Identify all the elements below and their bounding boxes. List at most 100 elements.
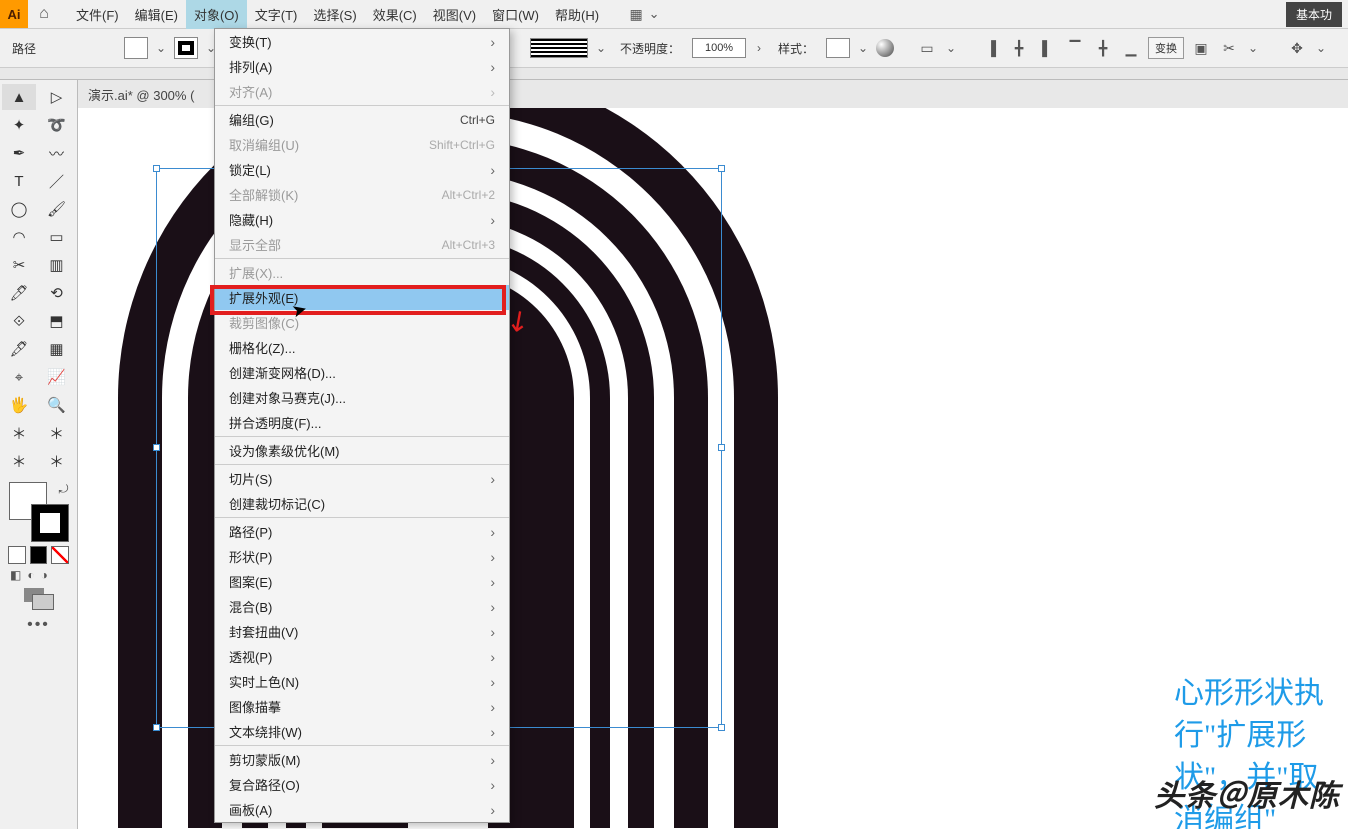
menu-item-封套扭曲v[interactable]: 封套扭曲(V) xyxy=(215,619,509,644)
color-mode-none[interactable] xyxy=(51,546,69,564)
menu-window[interactable]: 窗口(W) xyxy=(484,0,547,29)
crop-dropdown[interactable]: ⌄ xyxy=(1246,41,1260,55)
perspective-grid-tool[interactable]: ⬒ xyxy=(40,308,74,334)
menu-item-实时上色n[interactable]: 实时上色(N) xyxy=(215,669,509,694)
blend-tool[interactable]: 📈 xyxy=(40,364,74,390)
menu-help[interactable]: 帮助(H) xyxy=(547,0,607,29)
arrange-docs-icon[interactable]: ▦ xyxy=(625,3,647,25)
color-mode-gradient[interactable] xyxy=(30,546,48,564)
menu-item-复合路径o[interactable]: 复合路径(O) xyxy=(215,772,509,797)
artboard-tool[interactable]: ＊ xyxy=(2,420,36,446)
magic-wand-tool[interactable]: ✦ xyxy=(2,112,36,138)
mesh-tool[interactable]: 🖋 xyxy=(2,336,36,362)
transform-button[interactable]: 变换 xyxy=(1148,37,1184,59)
menu-item-设为像素级优化m[interactable]: 设为像素级优化(M) xyxy=(215,438,509,463)
menu-object[interactable]: 对象(O) xyxy=(186,0,247,29)
align-hcenter-icon[interactable]: ╋ xyxy=(1008,37,1030,59)
menu-item-剪切蒙版m[interactable]: 剪切蒙版(M) xyxy=(215,747,509,772)
ellipse-tool[interactable]: ◯ xyxy=(2,196,36,222)
recolor-icon[interactable] xyxy=(876,39,894,57)
edit-toolbar-icon[interactable]: ••• xyxy=(2,616,75,634)
style-swatch[interactable] xyxy=(826,38,850,58)
menu-item-创建对象马赛克j[interactable]: 创建对象马赛克(J)... xyxy=(215,385,509,410)
align-right-icon[interactable]: ▌ xyxy=(1036,37,1058,59)
fill-swatch[interactable] xyxy=(124,37,148,59)
menu-item-图像描摹[interactable]: 图像描摹 xyxy=(215,694,509,719)
opacity-input[interactable]: 100% xyxy=(692,38,746,58)
menu-effect[interactable]: 效果(C) xyxy=(365,0,425,29)
stroke-profile[interactable] xyxy=(530,38,588,58)
menu-item-变换t[interactable]: 变换(T) xyxy=(215,29,509,54)
direct-selection-tool[interactable]: ▷ xyxy=(40,84,74,110)
menu-item-栅格化z[interactable]: 栅格化(Z)... xyxy=(215,335,509,360)
home-icon[interactable]: ⌂ xyxy=(30,0,58,28)
menu-item-编组g[interactable]: 编组(G)Ctrl+G xyxy=(215,107,509,132)
menu-select[interactable]: 选择(S) xyxy=(305,0,364,29)
draw-normal-icon[interactable]: ◧ xyxy=(10,568,21,582)
shaper-tool[interactable]: ◠ xyxy=(2,224,36,250)
menu-item-创建裁切标记c[interactable]: 创建裁切标记(C) xyxy=(215,491,509,516)
slice-tool[interactable]: ＊ xyxy=(40,420,74,446)
menu-file[interactable]: 文件(F) xyxy=(68,0,127,29)
gradient-tool[interactable]: ▦ xyxy=(40,336,74,362)
menu-item-画板a[interactable]: 画板(A) xyxy=(215,797,509,822)
stroke-swatch[interactable] xyxy=(174,37,198,59)
curvature-tool[interactable]: 〰 xyxy=(40,140,74,166)
menu-item-拼合透明度f[interactable]: 拼合透明度(F)... xyxy=(215,410,509,435)
draw-inside-icon[interactable]: ◑ xyxy=(41,568,48,582)
transform-each-icon[interactable]: ✥ xyxy=(1286,37,1308,59)
menu-item-混合b[interactable]: 混合(B) xyxy=(215,594,509,619)
zoom-tool[interactable]: ＊ xyxy=(40,448,74,474)
menu-item-锁定l[interactable]: 锁定(L) xyxy=(215,157,509,182)
menu-edit[interactable]: 编辑(E) xyxy=(127,0,186,29)
selection-tool[interactable]: ▲ xyxy=(2,84,36,110)
shape-builder-tool[interactable]: ⟐ xyxy=(2,308,36,334)
align-left-icon[interactable]: ▐ xyxy=(980,37,1002,59)
isolate-icon[interactable]: ▣ xyxy=(1190,37,1212,59)
menu-item-隐藏h[interactable]: 隐藏(H) xyxy=(215,207,509,232)
align-vcenter-icon[interactable]: ╋ xyxy=(1092,37,1114,59)
hand-tool[interactable]: ＊ xyxy=(2,448,36,474)
fill-dropdown[interactable]: ⌄ xyxy=(154,41,168,55)
scale-tool[interactable]: ▥ xyxy=(40,252,74,278)
draw-behind-icon[interactable]: ◐ xyxy=(27,568,34,582)
eraser-tool[interactable]: ▭ xyxy=(40,224,74,250)
menu-item-图案e[interactable]: 图案(E) xyxy=(215,569,509,594)
menu-view[interactable]: 视图(V) xyxy=(425,0,484,29)
color-mode-solid[interactable] xyxy=(8,546,26,564)
menu-item-透视p[interactable]: 透视(P) xyxy=(215,644,509,669)
menu-item-文本绕排w[interactable]: 文本绕排(W) xyxy=(215,719,509,744)
stroke-color[interactable] xyxy=(31,504,69,542)
paintbrush-tool[interactable]: 🖌 xyxy=(40,196,74,222)
menu-item-创建渐变网格d[interactable]: 创建渐变网格(D)... xyxy=(215,360,509,385)
eyedropper-tool[interactable]: ⌖ xyxy=(2,364,36,390)
style-dropdown[interactable]: ⌄ xyxy=(856,41,870,55)
transform-each-dropdown[interactable]: ⌄ xyxy=(1314,41,1328,55)
menu-item-排列a[interactable]: 排列(A) xyxy=(215,54,509,79)
swap-fill-stroke-icon[interactable]: ⤾ xyxy=(59,482,69,497)
arrange-docs-dropdown[interactable]: ⌄ xyxy=(647,6,661,22)
lasso-tool[interactable]: ➰ xyxy=(40,112,74,138)
panel-pull-bar[interactable] xyxy=(0,68,1348,80)
menu-item-路径p[interactable]: 路径(P) xyxy=(215,519,509,544)
rotate-tool[interactable]: ✂ xyxy=(2,252,36,278)
free-transform-tool[interactable]: ⟲ xyxy=(40,280,74,306)
doc-setup-dropdown[interactable]: ⌄ xyxy=(944,41,958,55)
crop-icon[interactable]: ✂ xyxy=(1218,37,1240,59)
fill-stroke-control[interactable]: ⤾ xyxy=(9,482,69,542)
screen-mode-icon[interactable] xyxy=(24,588,54,610)
align-top-icon[interactable]: ▔ xyxy=(1064,37,1086,59)
menu-item-形状p[interactable]: 形状(P) xyxy=(215,544,509,569)
align-bottom-icon[interactable]: ▁ xyxy=(1120,37,1142,59)
column-graph-tool[interactable]: 🔍 xyxy=(40,392,74,418)
menu-item-切片s[interactable]: 切片(S) xyxy=(215,466,509,491)
width-tool[interactable]: 🖊 xyxy=(2,280,36,306)
symbol-sprayer-tool[interactable]: 🖐 xyxy=(2,392,36,418)
stroke-profile-dropdown[interactable]: ⌄ xyxy=(594,41,608,55)
type-tool[interactable]: T xyxy=(2,168,36,194)
opacity-dropdown[interactable]: › xyxy=(752,41,766,55)
doc-setup-icon[interactable]: ▭ xyxy=(916,37,938,59)
menu-item-扩展外观e[interactable]: 扩展外观(E) xyxy=(215,285,509,310)
menu-type[interactable]: 文字(T) xyxy=(247,0,306,29)
line-tool[interactable]: ／ xyxy=(40,168,74,194)
